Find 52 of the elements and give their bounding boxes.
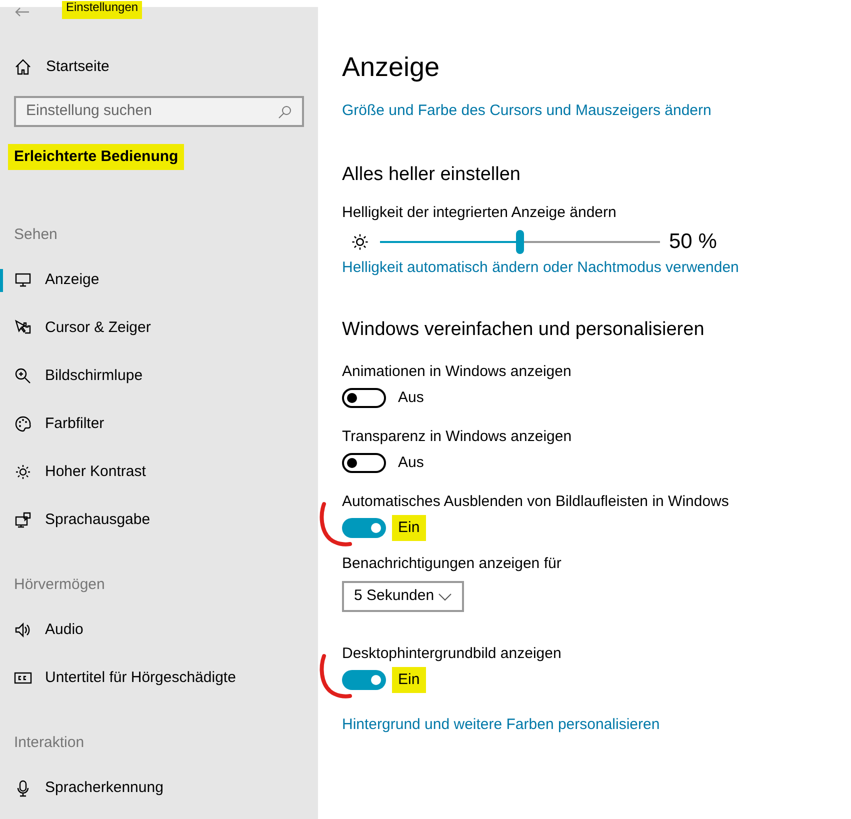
monitor-speech-icon	[14, 511, 32, 529]
zoom-in-icon	[14, 367, 32, 385]
nav-item[interactable]: Audio	[0, 618, 318, 642]
search-input[interactable]: Einstellung suchen	[26, 100, 278, 123]
setting-label: Automatisches Ausblenden von Bildlaufleisten in Windows	[342, 492, 729, 512]
category-heading: Erleichterte Bedienung	[8, 144, 184, 170]
window-title: Einstellungen	[62, 1, 142, 19]
slider[interactable]	[380, 230, 660, 254]
setting-label: Desktophintergrundbild anzeigen	[342, 644, 562, 664]
toggle-switch[interactable]	[342, 453, 386, 473]
section-heading: Hörvermögen	[13, 575, 106, 595]
palette-icon	[14, 415, 32, 433]
section-heading: Interaktion	[13, 733, 86, 753]
nav-item[interactable]: Cursor & Zeiger	[0, 316, 318, 340]
search-field[interactable]: Einstellung suchen	[14, 96, 304, 127]
toggle-state: Ein	[392, 515, 426, 541]
section-heading: Sehen	[13, 225, 58, 245]
slider-value: 50 %	[669, 229, 717, 256]
sun-icon	[350, 232, 370, 252]
section-heading: Windows vereinfachen und personalisieren	[342, 318, 704, 342]
slider-thumb[interactable]	[516, 230, 524, 254]
home-icon	[14, 58, 32, 76]
toggle-state: Aus	[397, 453, 425, 473]
toggle-state: Aus	[397, 388, 425, 408]
nav-item[interactable]: Bildschirmlupe	[0, 364, 318, 388]
setting-label: Helligkeit der integrierten Anzeige ändern	[342, 203, 616, 223]
toggle-switch[interactable]	[342, 518, 386, 538]
setting-label: Animationen in Windows anzeigen	[342, 362, 572, 382]
nav-item[interactable]: Spracherkennung	[0, 776, 318, 800]
toggle-switch[interactable]	[342, 670, 386, 690]
nav-item[interactable]: Untertitel für Hörgeschädigte	[0, 666, 318, 690]
setting-label: Benachrichtigungen anzeigen für	[342, 554, 562, 574]
dropdown[interactable]: 5 Sekunden	[342, 581, 464, 612]
search-icon	[278, 104, 292, 118]
page-title: Anzeige	[342, 51, 440, 84]
setting-label: Transparenz in Windows anzeigen	[342, 427, 572, 447]
sun-icon	[14, 463, 32, 481]
speaker-icon	[14, 621, 32, 639]
back-arrow-icon[interactable]	[14, 7, 30, 17]
nav-item[interactable]: Anzeige	[0, 268, 318, 292]
nav-item[interactable]: Hoher Kontrast	[0, 460, 318, 484]
link[interactable]: Helligkeit automatisch ändern oder Nachtmodus verwenden	[342, 258, 739, 278]
chevron-down-icon	[438, 592, 452, 600]
nav-item[interactable]: Farbfilter	[0, 412, 318, 436]
link[interactable]: Größe und Farbe des Cursors und Mauszeigers ändern	[342, 101, 712, 121]
nav-item[interactable]: Sprachausgabe	[0, 508, 318, 532]
toggle-state: Ein	[392, 667, 426, 693]
home-nav-item[interactable]: Startseite	[0, 55, 318, 79]
section-heading: Alles heller einstellen	[342, 163, 520, 187]
monitor-icon	[14, 271, 32, 289]
link[interactable]: Hintergrund und weitere Farben personalisieren	[342, 715, 660, 735]
toggle-switch[interactable]	[342, 388, 386, 408]
